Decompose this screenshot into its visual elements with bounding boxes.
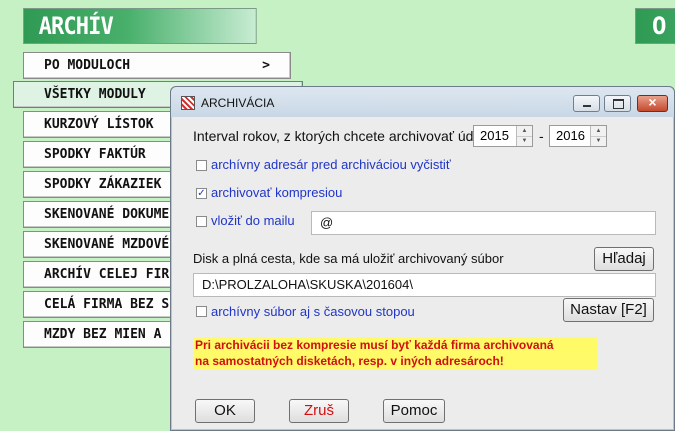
ok-button[interactable]: OK xyxy=(195,399,255,423)
app-icon xyxy=(181,96,195,110)
menu-item-label: VŠETKY MODULY xyxy=(44,87,146,102)
close-icon: × xyxy=(648,94,657,110)
archivation-dialog: ARCHIVÁCIA × Interval rokov, z ktorých c… xyxy=(170,86,675,431)
mail-input[interactable]: @ xyxy=(311,211,656,235)
year-from-spinner[interactable]: 2015 ▲ ▼ xyxy=(473,125,533,147)
menu-item-label: CELÁ FIRMA BEZ S xyxy=(44,297,170,312)
spin-down-icon[interactable]: ▼ xyxy=(517,136,532,146)
maximize-button[interactable] xyxy=(604,95,631,112)
compression-warning: Pri archivácii bez kompresie musí byť ka… xyxy=(193,337,597,370)
year-to-spinner[interactable]: 2016 ▲ ▼ xyxy=(549,125,607,147)
spin-down-icon[interactable]: ▼ xyxy=(591,136,606,146)
compression-label[interactable]: archivovať kompresiou xyxy=(211,185,342,200)
timestamp-label[interactable]: archívny súbor aj s časovou stopou xyxy=(211,304,415,319)
minimize-icon xyxy=(583,105,591,107)
secondary-banner[interactable]: O xyxy=(635,8,675,44)
menu-item-label: SKENOVANÉ DOKUME xyxy=(44,207,170,222)
warning-line-2: na samostatných disketách, resp. v iných… xyxy=(195,354,504,368)
menu-item-label: PO MODULOCH xyxy=(44,58,131,73)
menu-item-label: MZDY BEZ MIEN A xyxy=(44,327,162,342)
dialog-title: ARCHIVÁCIA xyxy=(201,96,275,110)
menu-item-po-moduloch[interactable]: PO MODULOCH > xyxy=(23,52,291,79)
settings-f2-button[interactable]: Nastav [F2] xyxy=(563,298,654,322)
maximize-icon xyxy=(613,99,624,109)
interval-label: Interval rokov, z ktorých chcete archivo… xyxy=(193,128,493,144)
menu-item-label: KURZOVÝ LÍSTOK xyxy=(44,117,154,132)
clear-addressbook-checkbox[interactable] xyxy=(196,160,207,171)
year-from-value: 2015 xyxy=(480,128,509,143)
compression-checkbox[interactable]: ✓ xyxy=(196,188,207,199)
spinner-arrows: ▲ ▼ xyxy=(590,126,606,146)
minimize-button[interactable] xyxy=(573,95,600,112)
year-to-value: 2016 xyxy=(556,128,585,143)
dialog-titlebar[interactable]: ARCHIVÁCIA × xyxy=(171,87,674,117)
mail-label[interactable]: vložiť do mailu xyxy=(211,213,295,228)
warning-line-1: Pri archivácii bez kompresie musí byť ka… xyxy=(195,338,554,352)
timestamp-checkbox[interactable] xyxy=(196,306,207,317)
menu-item-label: ARCHÍV CELEJ FIR xyxy=(44,267,170,282)
search-button[interactable]: Hľadaj xyxy=(594,247,654,271)
cancel-button[interactable]: Zruš xyxy=(289,399,349,423)
spinner-arrows: ▲ ▼ xyxy=(516,126,532,146)
help-button[interactable]: Pomoc xyxy=(383,399,445,423)
menu-item-label: SPODKY ZÁKAZIEK xyxy=(44,177,162,192)
module-title-banner: ARCHÍV xyxy=(23,8,257,44)
mail-checkbox[interactable] xyxy=(196,216,207,227)
clear-addressbook-label[interactable]: archívny adresár pred archiváciou vyčist… xyxy=(211,157,451,172)
submenu-arrow-icon: > xyxy=(262,58,270,73)
close-button[interactable]: × xyxy=(637,94,668,112)
menu-item-label: SKENOVANÉ MZDOVÉ xyxy=(44,237,170,252)
interval-separator: - xyxy=(539,128,544,144)
path-input[interactable]: D:\PROLZALOHA\SKUSKA\201604\ xyxy=(193,273,656,297)
path-label: Disk a plná cesta, kde sa má uložiť arch… xyxy=(193,251,504,266)
menu-item-label: SPODKY FAKTÚR xyxy=(44,147,146,162)
